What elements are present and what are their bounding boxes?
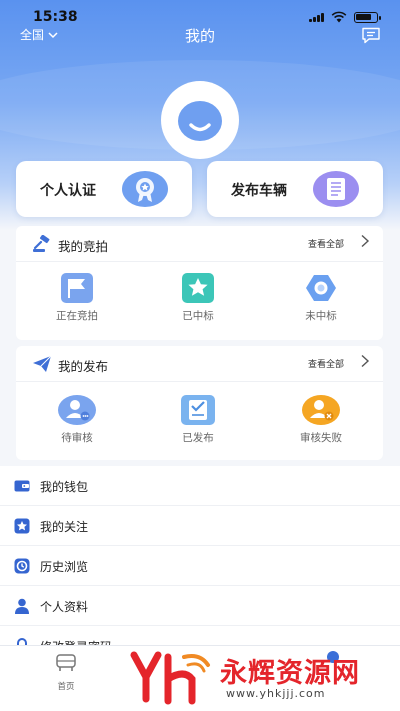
watermark-logo xyxy=(130,651,210,705)
personal-verification-card[interactable]: 个人认证 xyxy=(16,161,192,217)
menu-item-profile[interactable]: 个人资料 xyxy=(0,586,400,626)
auction-won[interactable]: 已中标 xyxy=(153,272,243,323)
card-label: 个人认证 xyxy=(40,183,96,199)
my-auctions-panel: 我的竞拍 查看全部 正在竞拍 已中标 未中标 xyxy=(16,226,383,340)
document-list-icon xyxy=(313,171,359,207)
item-label: 未中标 xyxy=(305,310,337,322)
item-label: 已发布 xyxy=(182,432,214,444)
chevron-right-icon[interactable] xyxy=(360,354,370,368)
item-label: 已中标 xyxy=(182,310,214,322)
wifi-icon xyxy=(331,11,347,23)
user-pending-icon xyxy=(58,395,96,425)
car-icon xyxy=(56,654,76,671)
panel-title: 我的发布 xyxy=(58,359,109,374)
panel-header: 我的发布 查看全部 xyxy=(16,346,383,382)
page-title: 我的 xyxy=(184,27,215,45)
auction-ongoing[interactable]: 正在竞拍 xyxy=(32,272,122,323)
publish-published[interactable]: 已发布 xyxy=(153,394,243,445)
battery-icon xyxy=(354,12,381,23)
watermark-text: 永辉资源网 xyxy=(220,658,360,689)
auction-lost[interactable]: 未中标 xyxy=(276,272,366,323)
message-icon[interactable] xyxy=(361,27,381,44)
avatar[interactable] xyxy=(161,81,239,159)
panel-header: 我的竞拍 查看全部 xyxy=(16,226,383,262)
star-icon xyxy=(182,273,214,303)
settings-menu-list: 我的钱包 我的关注 历史浏览 个人资料 修改登录密码 xyxy=(0,466,400,646)
card-label: 发布车辆 xyxy=(231,183,287,199)
person-icon xyxy=(15,598,29,614)
publish-pending[interactable]: 待审核 xyxy=(32,394,122,445)
view-all-publications-link[interactable]: 查看全部 xyxy=(308,357,344,370)
menu-item-change-password[interactable]: 修改登录密码 xyxy=(0,626,400,646)
gavel-icon xyxy=(33,235,50,252)
tab-home[interactable]: 首页 xyxy=(44,652,88,692)
wallet-icon xyxy=(14,480,30,492)
watermark-url: www.yhkjjj.com xyxy=(226,687,326,700)
hexagon-icon xyxy=(306,275,336,301)
menu-label: 我的钱包 xyxy=(40,480,89,494)
item-label: 正在竞拍 xyxy=(56,310,98,322)
signal-icon xyxy=(309,13,327,22)
publish-rejected[interactable]: 审核失败 xyxy=(276,394,366,445)
flag-icon xyxy=(61,273,93,303)
menu-item-wallet[interactable]: 我的钱包 xyxy=(0,466,400,506)
checklist-icon xyxy=(181,395,215,425)
user-rejected-icon xyxy=(302,395,340,425)
view-all-auctions-link[interactable]: 查看全部 xyxy=(308,237,344,250)
menu-item-follows[interactable]: 我的关注 xyxy=(0,506,400,546)
my-publications-panel: 我的发布 查看全部 待审核 已发布 审核失败 xyxy=(16,346,383,460)
paper-plane-icon xyxy=(33,355,52,372)
menu-label: 个人资料 xyxy=(40,600,89,614)
watermark: 永辉资源网 www.yhkjjj.com xyxy=(128,647,388,707)
certificate-badge-icon xyxy=(122,171,168,207)
publish-vehicle-card[interactable]: 发布车辆 xyxy=(207,161,383,217)
chevron-right-icon[interactable] xyxy=(360,234,370,248)
menu-label: 历史浏览 xyxy=(40,560,89,574)
panel-title: 我的竞拍 xyxy=(58,239,109,254)
menu-item-history[interactable]: 历史浏览 xyxy=(0,546,400,586)
star-icon xyxy=(14,518,30,534)
menu-label: 我的关注 xyxy=(40,520,89,534)
avatar-face-icon xyxy=(178,101,222,141)
item-label: 待审核 xyxy=(61,432,93,444)
status-time: 15:38 xyxy=(33,9,78,25)
tab-label: 首页 xyxy=(57,682,75,692)
item-label: 审核失败 xyxy=(300,432,342,444)
history-icon xyxy=(14,558,30,574)
